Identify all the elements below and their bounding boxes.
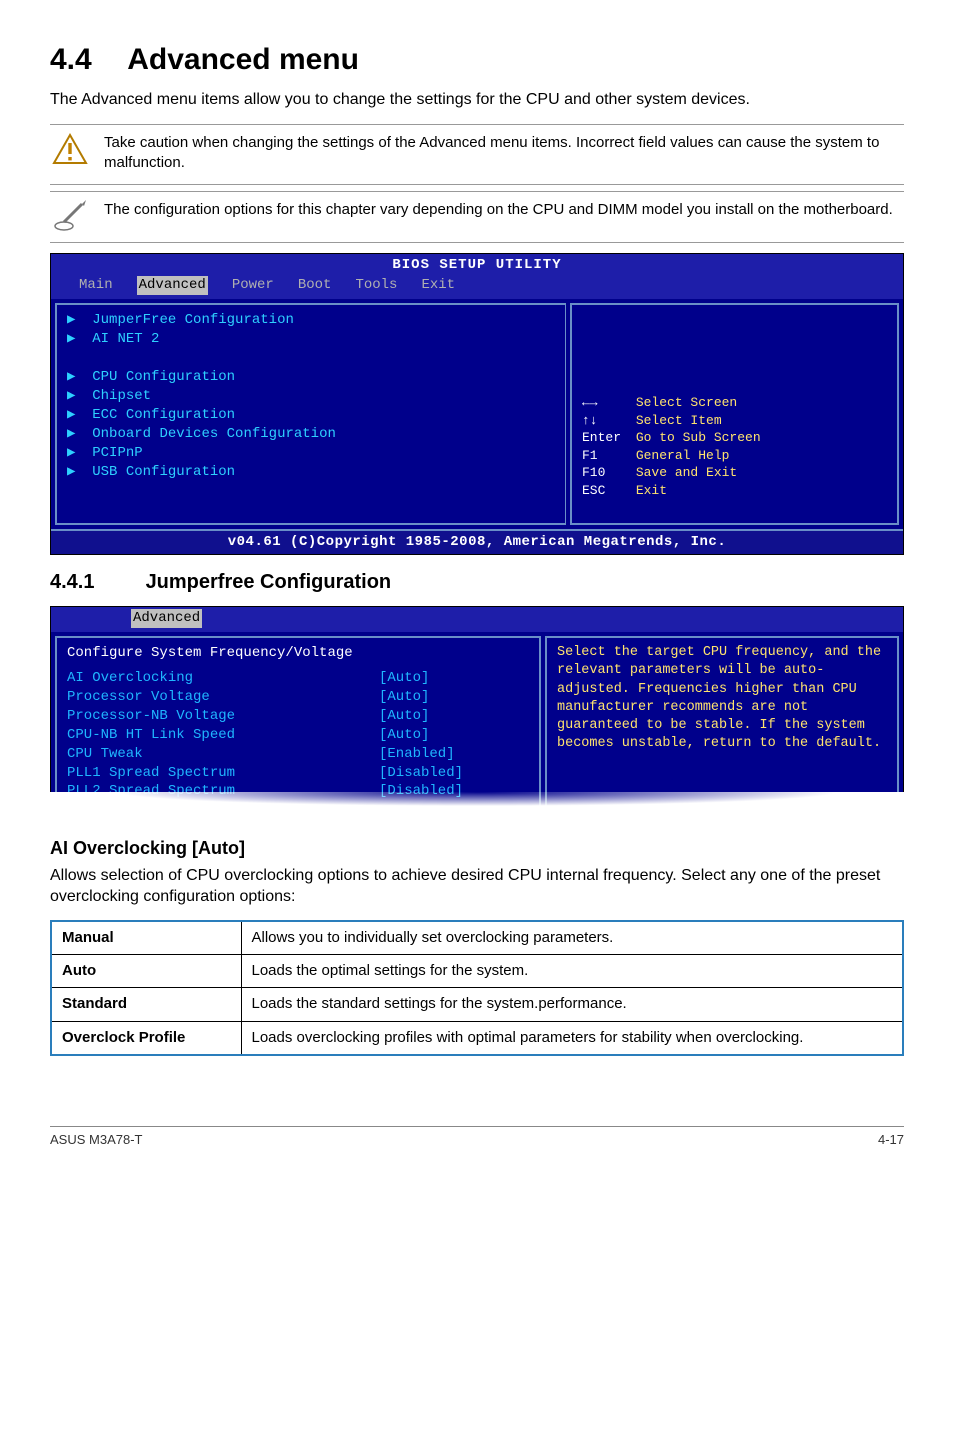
option-value: Loads overclocking profiles with optimal…: [241, 1021, 903, 1055]
help-desc: Save and Exit: [636, 465, 737, 480]
help-key: ↑↓: [582, 412, 628, 430]
section-heading: 4.4 Advanced menu: [50, 40, 904, 81]
help-desc: Exit: [636, 483, 667, 498]
option-value: Allows you to individually set overclock…: [241, 921, 903, 955]
bios-row-label: PLL1 Spread Spectrum: [67, 764, 379, 783]
bios-item: ECC Configuration: [92, 407, 235, 423]
warning-icon: [50, 133, 90, 165]
bios-row-label: CPU Tweak: [67, 745, 379, 764]
bios-menubar: Main Advanced Power Boot Tools Exit: [51, 274, 903, 299]
option-key: Standard: [51, 988, 241, 1021]
bios-tab-advanced: Advanced: [137, 276, 208, 295]
bios-row-label: AI Overclocking: [67, 669, 379, 688]
bios-row-label: Processor Voltage: [67, 688, 379, 707]
section-title: Advanced menu: [127, 43, 359, 76]
bios-item: PCIPnP: [92, 445, 142, 461]
option-heading: AI Overclocking [Auto]: [50, 836, 904, 860]
help-key: F10: [582, 464, 628, 482]
bios-left-panel-2: Configure System Frequency/Voltage AI Ov…: [55, 636, 541, 809]
bios-tab-power: Power: [232, 276, 274, 295]
table-row: Standard Loads the standard settings for…: [51, 988, 903, 1021]
section-number: 4.4: [50, 40, 120, 81]
option-key: Auto: [51, 955, 241, 988]
note-callout: The configuration options for this chapt…: [50, 191, 904, 243]
help-desc: Select Item: [636, 413, 722, 428]
footer-right: 4-17: [878, 1131, 904, 1149]
help-key: Enter: [582, 429, 628, 447]
bios-menubar-2: Advanced: [51, 607, 903, 632]
bios-tab-tools: Tools: [355, 276, 397, 295]
table-row: Auto Loads the optimal settings for the …: [51, 955, 903, 988]
bios-row-label: PLL2 Spread Spectrum: [67, 782, 379, 801]
warning-callout: Take caution when changing the settings …: [50, 124, 904, 185]
bios-footer: v04.61 (C)Copyright 1985-2008, American …: [51, 529, 903, 554]
bios-tab-exit: Exit: [421, 276, 455, 295]
bios-help-panel-2: Select the target CPU frequency, and the…: [545, 636, 899, 809]
bios-title: BIOS SETUP UTILITY: [51, 254, 903, 275]
bios-item: Onboard Devices Configuration: [92, 426, 336, 442]
bios-item: AI NET 2: [92, 331, 159, 347]
option-key: Overclock Profile: [51, 1021, 241, 1055]
bios-row-value: [Enabled]: [379, 745, 529, 764]
note-icon: [50, 200, 90, 232]
table-row: Manual Allows you to individually set ov…: [51, 921, 903, 955]
option-value: Loads the standard settings for the syst…: [241, 988, 903, 1021]
bios-row-value: [Auto]: [379, 688, 529, 707]
bios-screenshot-advanced-menu: BIOS SETUP UTILITY Main Advanced Power B…: [50, 253, 904, 556]
bios-row-value: [Auto]: [379, 726, 529, 745]
option-value: Loads the optimal settings for the syste…: [241, 955, 903, 988]
bios-row-value: [Disabled]: [379, 782, 529, 801]
bios-help-panel: ←→ Select Screen ↑↓ Select Item Enter Go…: [570, 303, 899, 525]
help-desc: Select Screen: [636, 395, 737, 410]
option-description: Allows selection of CPU overclocking opt…: [50, 865, 904, 908]
bios-row-label: CPU-NB HT Link Speed: [67, 726, 379, 745]
table-row: Overclock Profile Loads overclocking pro…: [51, 1021, 903, 1055]
bios-tab-advanced-2: Advanced: [131, 609, 202, 628]
bios-left-panel: ▶ JumperFree Configuration ▶ AI NET 2 ▶ …: [55, 303, 566, 525]
section-intro: The Advanced menu items allow you to cha…: [50, 89, 904, 111]
bios-item: USB Configuration: [92, 464, 235, 480]
subsection-title: Jumperfree Configuration: [146, 571, 392, 593]
help-key: F1: [582, 447, 628, 465]
footer-left: ASUS M3A78-T: [50, 1131, 142, 1149]
bios-row-value: [Disabled]: [379, 764, 529, 783]
bios-screenshot-jumperfree: Advanced Configure System Frequency/Volt…: [50, 606, 904, 814]
help-desc: Go to Sub Screen: [636, 430, 761, 445]
warning-text: Take caution when changing the settings …: [104, 133, 904, 174]
help-desc: General Help: [636, 448, 730, 463]
bios-row-label: Processor-NB Voltage: [67, 707, 379, 726]
options-table: Manual Allows you to individually set ov…: [50, 920, 904, 1056]
bios-tab-boot: Boot: [298, 276, 332, 295]
bios-item: Chipset: [92, 388, 151, 404]
bios-tab-main: Main: [79, 276, 113, 295]
bios-item: JumperFree Configuration: [92, 312, 294, 328]
bios-row-value: [Auto]: [379, 669, 529, 688]
bios-config-heading: Configure System Frequency/Voltage: [67, 644, 529, 663]
page-footer: ASUS M3A78-T 4-17: [50, 1126, 904, 1149]
bios-item: CPU Configuration: [92, 369, 235, 385]
subsection-heading: 4.4.1 Jumperfree Configuration: [50, 569, 904, 596]
option-key: Manual: [51, 921, 241, 955]
help-key: ESC: [582, 482, 628, 500]
help-key: ←→: [582, 394, 628, 412]
subsection-number: 4.4.1: [50, 569, 140, 596]
bios-row-value: [Auto]: [379, 707, 529, 726]
note-text: The configuration options for this chapt…: [104, 200, 893, 220]
